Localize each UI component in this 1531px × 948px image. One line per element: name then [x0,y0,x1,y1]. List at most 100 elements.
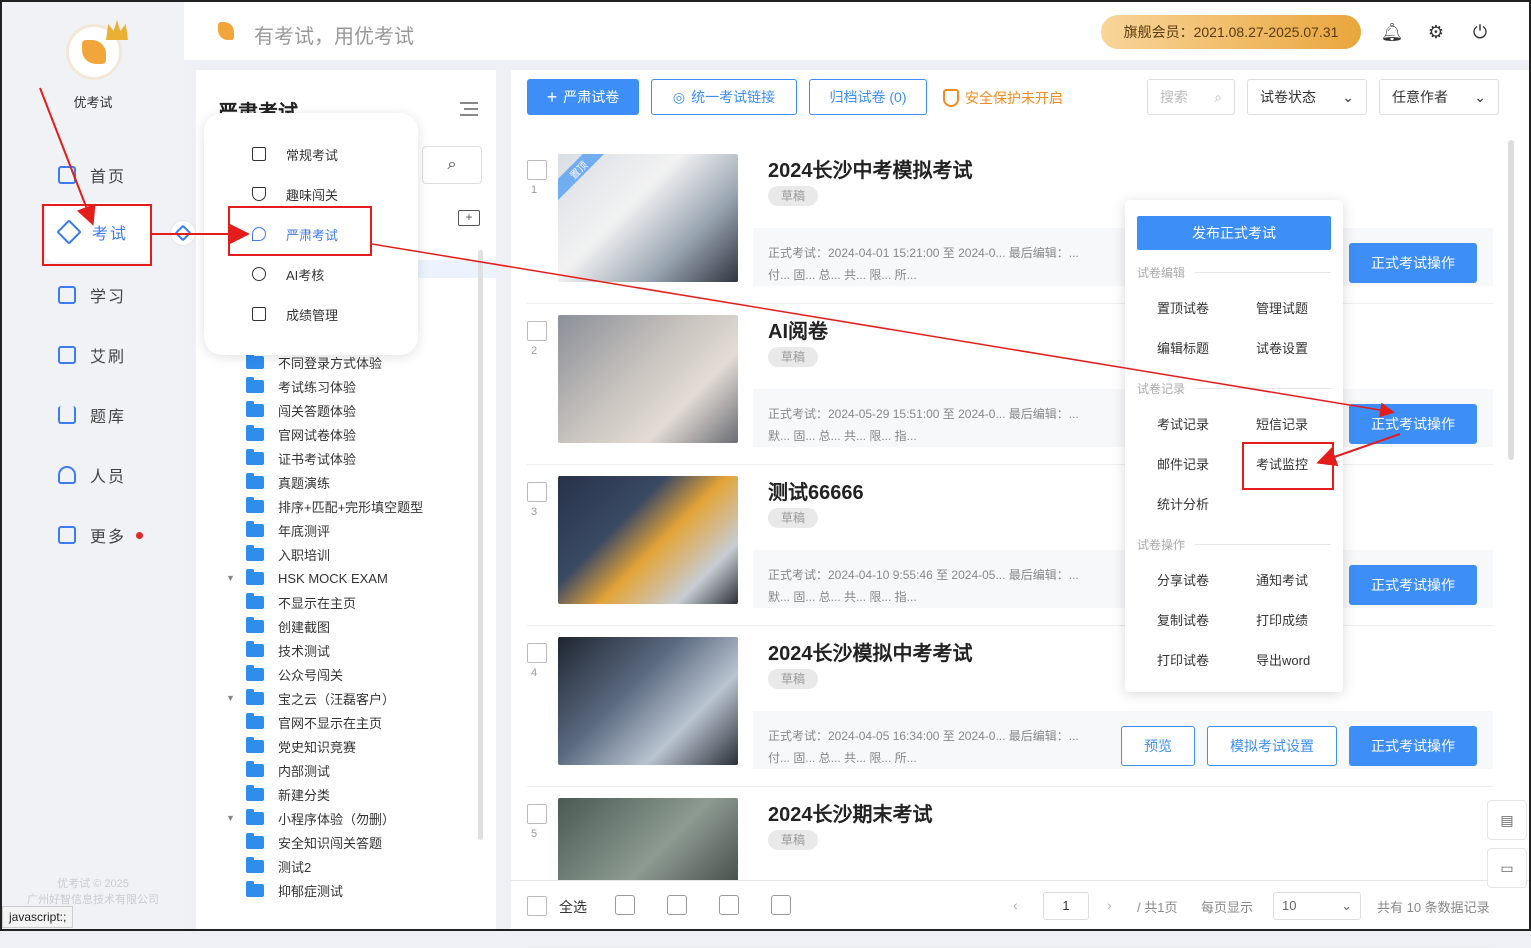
folder-item[interactable]: 年底测评 [226,518,476,542]
submenu-item-fun-challenge[interactable]: 趣味闯关 [252,182,338,206]
formal-exam-ops-button[interactable]: 正式考试操作 [1349,404,1477,444]
exam-thumbnail[interactable]: 置顶 [558,154,738,282]
folder-item[interactable]: 入职培训 [226,542,476,566]
security-protection-status[interactable]: 安全保护未开启 [943,88,1063,108]
share-icon[interactable] [771,895,791,915]
menu-item-share-exam[interactable]: 分享试卷 [1157,570,1209,589]
folder-item[interactable]: 公众号闯关 [226,662,476,686]
menu-item-copy-exam[interactable]: 复制试卷 [1157,610,1209,629]
exam-title[interactable]: 2024长沙中考模拟考试 [768,154,973,183]
nav-item-exam[interactable]: 考试 [46,202,152,262]
folder-item[interactable]: 不显示在主页 [226,590,476,614]
folder-scrollbar[interactable] [478,250,483,840]
menu-item-edit-title[interactable]: 编辑标题 [1157,338,1209,357]
exam-checkbox[interactable] [527,643,547,663]
folder-item[interactable]: 考试练习体验 [226,374,476,398]
exam-checkbox[interactable] [527,160,547,180]
exam-title[interactable]: 测试66666 [768,476,864,505]
menu-item-export-word[interactable]: 导出word [1256,650,1310,669]
next-page-button[interactable]: › [1107,897,1112,913]
new-serious-exam-button[interactable]: + 严肃试卷 [527,79,639,115]
exam-thumbnail[interactable] [558,476,738,604]
folder-item[interactable]: 证书考试体验 [226,446,476,470]
menu-item-pin-exam[interactable]: 置顶试卷 [1157,298,1209,317]
folder-item[interactable]: 内部测试 [226,758,476,782]
folder-item[interactable]: ▼ HSK MOCK EXAM [226,566,476,590]
folder-item[interactable]: 官网不显示在主页 [226,710,476,734]
status-filter-select[interactable]: 试卷状态 ⌄ [1247,79,1367,115]
submenu-item-regular-exam[interactable]: 常规考试 [252,142,338,166]
bell-icon[interactable]: 🔔︎ [1381,22,1404,42]
preview-button[interactable]: 预览 [1121,726,1195,766]
author-filter-select[interactable]: 任意作者 ⌄ [1379,79,1499,115]
publish-formal-exam-button[interactable]: 发布正式考试 [1137,216,1331,250]
nav-item-question-bank[interactable]: 题库 [58,400,126,430]
menu-item-sms-records[interactable]: 短信记录 [1256,414,1308,433]
select-all-checkbox[interactable] [527,896,547,916]
menu-item-exam-records[interactable]: 考试记录 [1157,414,1209,433]
folder-search-button[interactable]: ⌕ [422,146,482,184]
chat-float-button[interactable]: ▭ [1487,848,1527,888]
select-all-label[interactable]: 全选 [559,897,587,917]
per-page-select[interactable]: 10 ⌄ [1273,892,1361,920]
exam-checkbox[interactable] [527,482,547,502]
mock-exam-settings-button[interactable]: 模拟考试设置 [1207,726,1337,766]
nav-item-aishua[interactable]: 艾刷 [58,340,126,370]
folder-item[interactable]: 新建分类 [226,782,476,806]
archive-icon[interactable] [719,895,739,915]
folder-item[interactable]: 官网试卷体验 [226,422,476,446]
folder-item[interactable]: 排序+匹配+完形填空题型 [226,494,476,518]
formal-exam-ops-button[interactable]: 正式考试操作 [1349,243,1477,283]
menu-item-print-exam[interactable]: 打印试卷 [1157,650,1209,669]
menu-toggle-icon[interactable] [460,102,478,116]
add-folder-icon[interactable]: + [458,210,480,226]
expand-triangle-icon[interactable]: ▼ [226,813,246,823]
folder-item[interactable]: 创建截图 [226,614,476,638]
folder-item[interactable]: ▼ 宝之云（汪磊客户） [226,686,476,710]
exam-thumbnail[interactable] [558,637,738,765]
power-icon[interactable]: ⏻ [1470,22,1490,42]
archived-exams-button[interactable]: 归档试卷 (0) [809,79,927,115]
exam-card[interactable]: 1 置顶 2024长沙中考模拟考试 草稿 正式考试：2024-04-01 15:21:0… [527,154,1493,304]
exam-title[interactable]: AI阅卷 [768,315,828,344]
search-input[interactable]: 搜索 ⌕ [1147,79,1235,115]
folder-item[interactable]: 抑郁症测试 [226,878,476,902]
menu-item-manage-questions[interactable]: 管理试题 [1256,298,1308,317]
formal-exam-ops-button[interactable]: 正式考试操作 [1349,726,1477,766]
menu-item-exam-settings[interactable]: 试卷设置 [1256,338,1308,357]
submenu-item-score-management[interactable]: 成绩管理 [252,302,338,326]
nav-item-study[interactable]: 学习 [58,280,126,310]
menu-item-notify-exam[interactable]: 通知考试 [1256,570,1308,589]
expand-triangle-icon[interactable]: ▼ [226,693,246,703]
menu-item-email-records[interactable]: 邮件记录 [1157,454,1209,473]
trash-icon[interactable] [615,895,635,915]
expand-triangle-icon[interactable]: ▼ [226,573,246,583]
formal-exam-ops-button[interactable]: 正式考试操作 [1349,565,1477,605]
menu-item-print-scores[interactable]: 打印成绩 [1256,610,1308,629]
exam-title[interactable]: 2024长沙期末考试 [768,798,933,827]
menu-item-statistics[interactable]: 统计分析 [1157,494,1209,513]
gear-icon[interactable]: ⚙ [1426,22,1446,42]
menu-item-exam-monitoring[interactable]: 考试监控 [1256,454,1308,473]
exam-card[interactable]: 2 AI阅卷 草稿 正式考试：2024-05-29 15:51:00 至 2024-0… [527,315,1493,465]
folder-item[interactable]: ▼ 小程序体验（勿删） [226,806,476,830]
folder-item[interactable]: 党史知识竞赛 [226,734,476,758]
submenu-item-serious-exam[interactable]: 严肃考试 [252,222,338,246]
folder-item[interactable]: 测试2 [226,854,476,878]
submenu-item-ai-assessment[interactable]: AI考核 [252,262,324,286]
exam-title[interactable]: 2024长沙模拟中考考试 [768,637,973,666]
exam-card[interactable]: 3 测试66666 草稿 正式考试：2024-04-10 9:55:46 至 2024… [527,476,1493,626]
collapse-toggle[interactable] [170,220,196,246]
page-input[interactable]: 1 [1043,892,1089,920]
exam-checkbox[interactable] [527,321,547,341]
nav-item-people[interactable]: 人员 [58,460,126,490]
move-folder-icon[interactable] [667,895,687,915]
folder-item[interactable]: 技术测试 [226,638,476,662]
folder-item[interactable]: 安全知识闯关答题 [226,830,476,854]
notes-float-button[interactable]: ▤ [1487,800,1527,840]
unified-exam-link-button[interactable]: ◎ 统一考试链接 [651,79,797,115]
exam-thumbnail[interactable] [558,315,738,443]
folder-item[interactable]: 真题演练 [226,470,476,494]
exam-checkbox[interactable] [527,804,547,824]
nav-item-more[interactable]: 更多 [58,520,144,550]
